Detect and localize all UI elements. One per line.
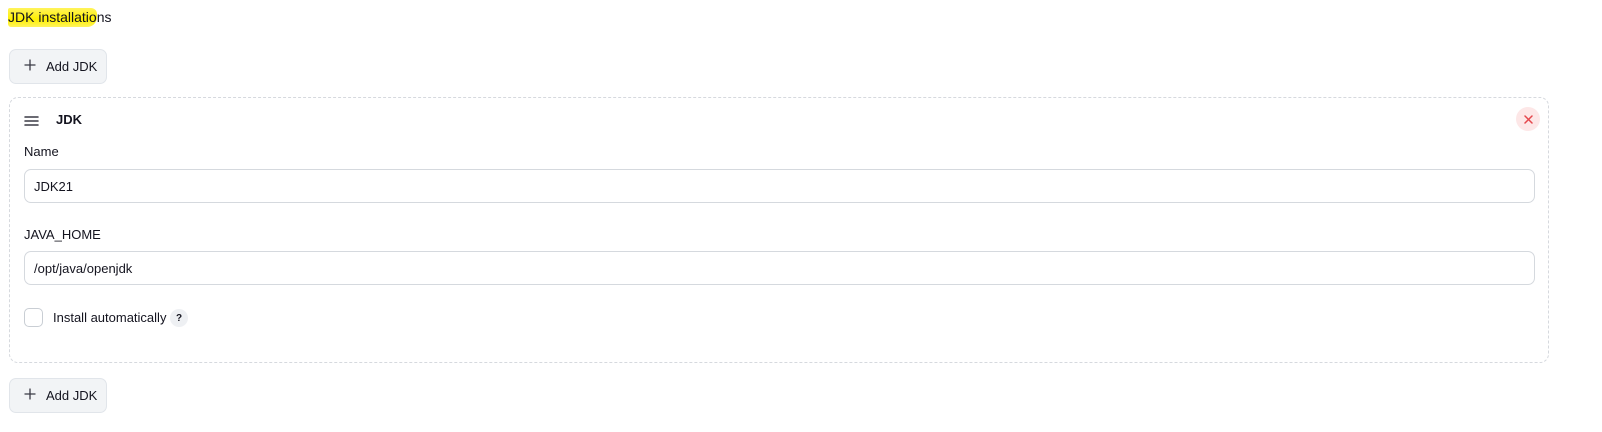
help-icon[interactable]: ? <box>170 309 188 327</box>
add-jdk-button-top[interactable]: Add JDK <box>9 49 107 84</box>
section-title: JDK installations <box>8 8 112 27</box>
jdk-installations-page: JDK installations Add JDK JDK Name JAVA_… <box>0 0 1602 432</box>
jdk-card: JDK Name JAVA_HOME Install automatically… <box>9 97 1549 363</box>
plus-icon <box>24 59 36 74</box>
name-label: Name <box>24 144 59 159</box>
hamburger-icon[interactable] <box>24 114 39 126</box>
section-title-rest: ns <box>96 9 112 25</box>
close-icon[interactable] <box>1516 107 1540 131</box>
install-automatically-checkbox[interactable] <box>24 308 43 327</box>
plus-icon <box>24 388 36 403</box>
card-title: JDK <box>56 112 83 127</box>
java-home-input[interactable] <box>24 251 1535 285</box>
section-title-highlighted: JDK installatio <box>8 8 97 27</box>
java-home-label: JAVA_HOME <box>24 227 101 242</box>
add-jdk-button-bottom[interactable]: Add JDK <box>9 378 107 413</box>
add-jdk-label: Add JDK <box>46 388 98 403</box>
add-jdk-label: Add JDK <box>46 59 98 74</box>
name-input[interactable] <box>24 169 1535 203</box>
install-automatically-label[interactable]: Install automatically <box>53 310 166 325</box>
